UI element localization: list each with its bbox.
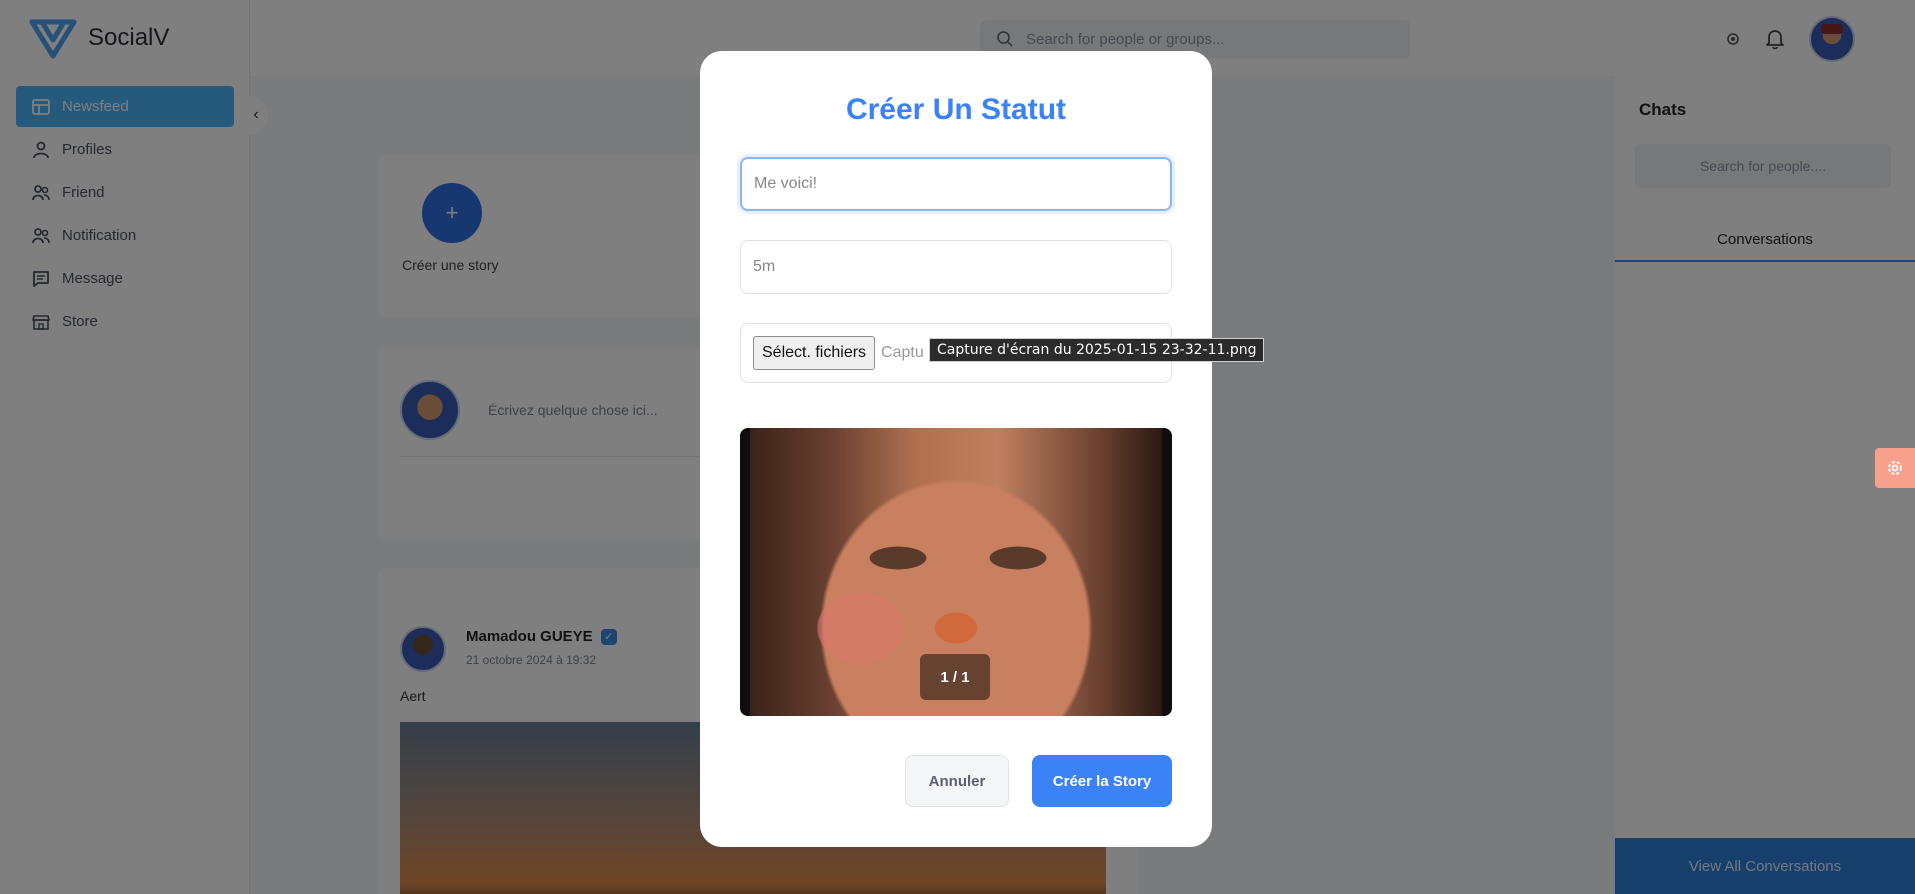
- gear-icon: [1888, 461, 1902, 475]
- theme-settings-button[interactable]: [1875, 448, 1915, 488]
- duration-input[interactable]: 5m: [740, 240, 1172, 294]
- modal-title: Créer Un Statut: [845, 93, 1067, 126]
- caption-input[interactable]: Me voici!: [740, 157, 1172, 211]
- select-files-button[interactable]: Sélect. fichiers: [753, 336, 876, 370]
- create-status-modal: Créer Un Statut Me voici! 5m Sélect. fic…: [700, 51, 1212, 847]
- image-preview: 1 / 1: [740, 428, 1172, 716]
- duration-value: 5m: [753, 258, 776, 275]
- selected-file-name: Captu: [881, 344, 924, 361]
- file-name-tooltip: Capture d'écran du 2025-01-15 23-32-11.p…: [929, 338, 1265, 362]
- create-story-submit-button[interactable]: Créer la Story: [1032, 755, 1172, 807]
- caption-value: Me voici!: [754, 175, 818, 192]
- cancel-button[interactable]: Annuler: [905, 755, 1009, 807]
- preview-counter: 1 / 1: [920, 654, 990, 700]
